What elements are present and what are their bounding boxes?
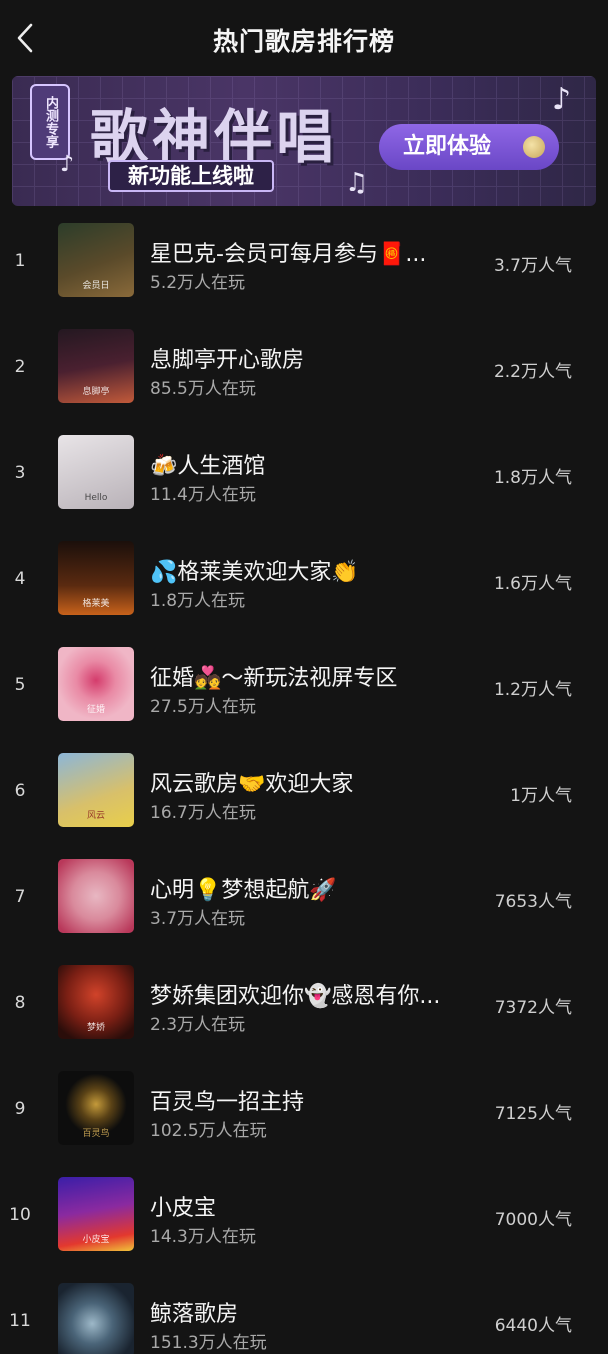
promo-banner[interactable]: 内测专享 歌神伴唱 新功能上线啦 立即体验 ♪ ♫ ♪ (12, 76, 596, 206)
popularity-count: 7372人气 (494, 998, 572, 1018)
room-name: 💦格莱美欢迎大家👏 (150, 560, 359, 585)
thumbnail-caption: 梦娇 (86, 1023, 105, 1033)
popularity-count: 2.2万人气 (493, 362, 572, 382)
popularity-count: 7000人气 (494, 1210, 572, 1230)
player-count: 85.5万人在玩 (150, 379, 256, 399)
room-name: 风云歌房🤝欢迎大家 (150, 772, 354, 797)
room-name: 小皮宝 (150, 1196, 217, 1221)
player-count: 2.3万人在玩 (150, 1015, 246, 1035)
room-thumbnail: Hello (58, 435, 134, 509)
room-name: 百灵鸟一招主持 (150, 1090, 305, 1115)
coin-icon (523, 136, 545, 158)
popularity-count: 1.6万人气 (493, 574, 572, 594)
banner-tag: 内测专享 (30, 84, 70, 160)
thumbnail-caption: 格莱美 (82, 599, 110, 609)
music-note-icon: ♪ (60, 152, 75, 177)
rank-number: 1 (14, 251, 26, 271)
room-thumbnail (58, 1283, 134, 1354)
try-now-label: 立即体验 (403, 134, 492, 159)
room-row[interactable]: 2 息脚亭 息脚亭开心歌房 85.5万人在玩 2.2万人气 (0, 312, 608, 418)
rank-number: 2 (14, 357, 26, 377)
room-row[interactable]: 7 心明💡梦想起航🚀 3.7万人在玩 7653人气 (0, 842, 608, 948)
player-count: 14.3万人在玩 (150, 1227, 256, 1247)
rank-number: 7 (14, 887, 26, 907)
thumbnail-caption: 百灵鸟 (82, 1129, 110, 1139)
room-name: 鲸落歌房 (150, 1302, 239, 1327)
page-title: 热门歌房排行榜 (212, 27, 395, 56)
rank-number: 9 (14, 1099, 26, 1119)
room-name: 息脚亭开心歌房 (150, 348, 305, 373)
player-count: 151.3万人在玩 (150, 1333, 267, 1353)
room-thumbnail (58, 859, 134, 933)
popularity-count: 1万人气 (510, 786, 572, 806)
room-thumbnail: 梦娇 (58, 965, 134, 1039)
player-count: 3.7万人在玩 (150, 909, 246, 929)
rank-number: 8 (14, 993, 26, 1013)
room-row[interactable]: 5 征婚 征婚💑～新玩法视屏专区 27.5万人在玩 1.2万人气 (0, 630, 608, 736)
rank-number: 6 (14, 781, 26, 801)
room-thumbnail: 会员日 (58, 223, 134, 297)
room-thumbnail: 息脚亭 (58, 329, 134, 403)
rank-number: 5 (14, 675, 26, 695)
room-name: 心明💡梦想起航🚀 (150, 878, 337, 903)
music-note-icon: ♪ (552, 82, 572, 117)
try-now-button[interactable]: 立即体验 (379, 124, 559, 170)
room-thumbnail: 百灵鸟 (58, 1071, 134, 1145)
banner-subline: 新功能上线啦 (108, 160, 274, 192)
thumbnail-caption: 小皮宝 (82, 1235, 110, 1245)
rank-number: 3 (14, 463, 26, 483)
room-name: 梦娇集团欢迎你👻感恩有你... (150, 984, 441, 1009)
player-count: 102.5万人在玩 (150, 1121, 267, 1141)
music-note-icon: ♫ (345, 168, 369, 198)
popularity-count: 7125人气 (494, 1104, 572, 1124)
player-count: 5.2万人在玩 (150, 273, 246, 293)
popularity-count: 6440人气 (494, 1316, 572, 1336)
room-thumbnail: 风云 (58, 753, 134, 827)
rank-number: 4 (14, 569, 26, 589)
player-count: 11.4万人在玩 (150, 485, 256, 505)
room-thumbnail: 格莱美 (58, 541, 134, 615)
room-row[interactable]: 4 格莱美 💦格莱美欢迎大家👏 1.8万人在玩 1.6万人气 (0, 524, 608, 630)
top-bar: 热门歌房排行榜 (0, 0, 608, 76)
popularity-count: 1.2万人气 (493, 680, 572, 700)
room-row[interactable]: 11 鲸落歌房 151.3万人在玩 6440人气 (0, 1266, 608, 1354)
rank-number: 10 (9, 1205, 31, 1225)
room-row[interactable]: 6 风云 风云歌房🤝欢迎大家 16.7万人在玩 1万人气 (0, 736, 608, 842)
thumbnail-caption: 息脚亭 (82, 387, 110, 397)
room-name: 🍻人生酒馆 (150, 454, 266, 479)
room-row[interactable]: 8 梦娇 梦娇集团欢迎你👻感恩有你... 2.3万人在玩 7372人气 (0, 948, 608, 1054)
player-count: 27.5万人在玩 (150, 697, 256, 717)
room-row[interactable]: 9 百灵鸟 百灵鸟一招主持 102.5万人在玩 7125人气 (0, 1054, 608, 1160)
popularity-count: 1.8万人气 (493, 468, 572, 488)
thumbnail-caption: 风云 (86, 811, 105, 821)
player-count: 16.7万人在玩 (150, 803, 256, 823)
thumbnail-caption: 征婚 (86, 705, 105, 715)
room-thumbnail: 小皮宝 (58, 1177, 134, 1251)
room-row[interactable]: 1 会员日 星巴克-会员可每月参与🧧... 5.2万人在玩 3.7万人气 (0, 206, 608, 312)
player-count: 1.8万人在玩 (150, 591, 246, 611)
room-row[interactable]: 10 小皮宝 小皮宝 14.3万人在玩 7000人气 (0, 1160, 608, 1266)
thumbnail-caption: 会员日 (82, 281, 110, 291)
room-name: 星巴克-会员可每月参与🧧... (150, 242, 427, 267)
rank-number: 11 (9, 1311, 31, 1331)
room-row[interactable]: 3 Hello 🍻人生酒馆 11.4万人在玩 1.8万人气 (0, 418, 608, 524)
popularity-count: 3.7万人气 (493, 256, 572, 276)
thumbnail-caption: Hello (84, 493, 108, 503)
room-thumbnail: 征婚 (58, 647, 134, 721)
room-name: 征婚💑～新玩法视屏专区 (150, 666, 398, 691)
popularity-count: 7653人气 (494, 892, 572, 912)
